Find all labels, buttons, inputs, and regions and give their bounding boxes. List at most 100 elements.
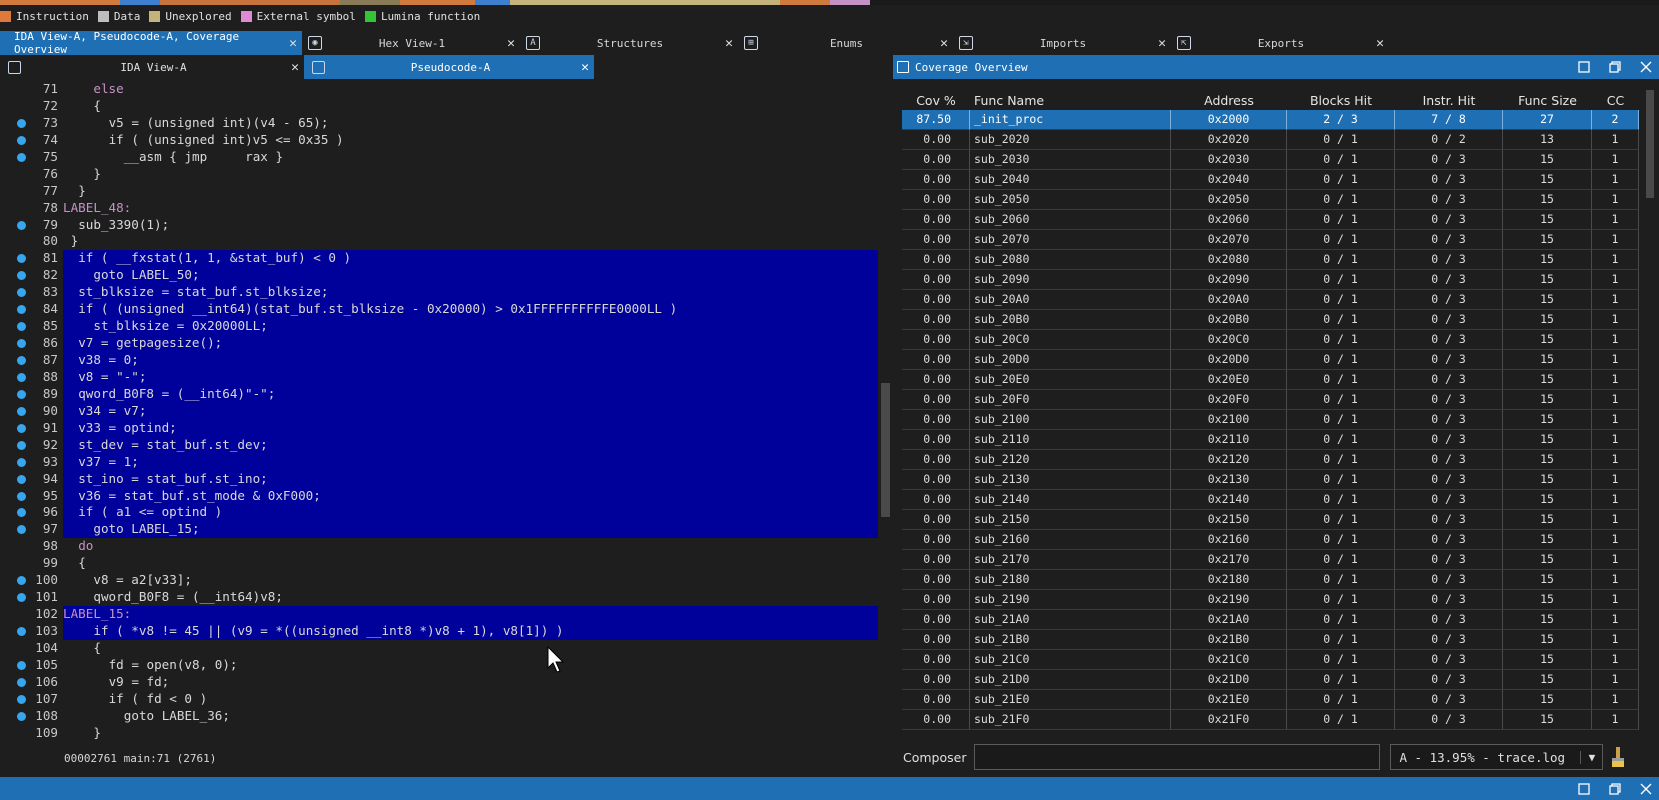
breakpoint-dot-icon[interactable] [17, 406, 26, 416]
table-row[interactable]: 0.00 sub_2150 0x2150 0 / 10 / 3 15 1 [902, 510, 1639, 530]
code-line[interactable]: 95 v36 = stat_buf.st_mode & 0xF000; [0, 487, 878, 505]
table-row[interactable]: 0.00 sub_20D0 0x20D0 0 / 10 / 3 15 1 [902, 350, 1639, 370]
code-line[interactable]: 103 if ( *v8 != 45 || (v9 = *((unsigned _… [0, 623, 878, 640]
breakpoint-dot-icon[interactable] [17, 254, 26, 264]
breakpoint-dot-icon[interactable] [17, 305, 26, 315]
breakpoint-dot-icon[interactable] [17, 118, 26, 128]
table-row[interactable]: 0.00 sub_20C0 0x20C0 0 / 10 / 3 15 1 [902, 330, 1639, 350]
code-line[interactable]: 107 if ( fd < 0 ) [0, 691, 878, 708]
table-row[interactable]: 0.00 sub_2100 0x2100 0 / 10 / 3 15 1 [902, 410, 1639, 430]
table-row[interactable]: 0.00 sub_2070 0x2070 0 / 10 / 3 15 1 [902, 230, 1639, 250]
table-row[interactable]: 0.00 sub_2040 0x2040 0 / 10 / 3 15 1 [902, 170, 1639, 190]
code-line[interactable]: 79 sub_3390(1); [0, 217, 878, 234]
table-row[interactable]: 0.00 sub_2160 0x2160 0 / 10 / 3 15 1 [902, 530, 1639, 550]
breakpoint-dot-icon[interactable] [17, 135, 26, 145]
table-row[interactable]: 0.00 sub_20F0 0x20F0 0 / 10 / 3 15 1 [902, 390, 1639, 410]
close-icon[interactable]: ✕ [935, 36, 953, 51]
column-header[interactable]: Blocks Hit [1287, 93, 1395, 108]
code-line[interactable]: 91 v33 = optind; [0, 419, 878, 437]
code-line[interactable]: 84 if ( (unsigned __int64)(stat_buf.st_bl… [0, 301, 878, 319]
table-row[interactable]: 0.00 sub_2120 0x2120 0 / 10 / 3 15 1 [902, 450, 1639, 470]
code-line[interactable]: 72 { [0, 98, 878, 115]
code-line[interactable]: 90 v34 = v7; [0, 402, 878, 420]
table-row[interactable]: 0.00 sub_2180 0x2180 0 / 10 / 3 15 1 [902, 570, 1639, 590]
code-line[interactable]: 94 st_ino = stat_buf.st_ino; [0, 470, 878, 488]
code-line[interactable]: 78 LABEL_48: [0, 200, 878, 217]
breakpoint-dot-icon[interactable] [17, 711, 26, 721]
column-header[interactable]: Func Size [1503, 93, 1592, 108]
code-line[interactable]: 108 goto LABEL_36; [0, 708, 878, 725]
code-line[interactable]: 87 v38 = 0; [0, 352, 878, 369]
breakpoint-dot-icon[interactable] [17, 576, 26, 586]
maximize-icon[interactable] [1577, 60, 1591, 74]
code-line[interactable]: 92 st_dev = stat_buf.st_dev; [0, 436, 878, 454]
code-line[interactable]: 105 fd = open(v8, 0); [0, 657, 878, 674]
restore-icon[interactable] [1608, 782, 1622, 796]
code-line[interactable]: 86 v7 = getpagesize(); [0, 335, 878, 352]
code-line[interactable]: 85 st_blksize = 0x20000LL; [0, 318, 878, 336]
breakpoint-dot-icon[interactable] [17, 339, 26, 349]
code-line[interactable]: 101 qword_B0F8 = (__int64)v8; [0, 589, 878, 606]
code-line[interactable]: 80} [0, 233, 878, 250]
code-line[interactable]: 100 v8 = a2[v33]; [0, 572, 878, 589]
coverage-scrollbar[interactable] [1645, 90, 1655, 780]
tab-enums[interactable]: ⊞ Enums ✕ [738, 31, 953, 55]
table-row[interactable]: 0.00 sub_20E0 0x20E0 0 / 10 / 3 15 1 [902, 370, 1639, 390]
composer-input[interactable] [974, 744, 1381, 770]
table-row[interactable]: 0.00 sub_2130 0x2130 0 / 10 / 3 15 1 [902, 470, 1639, 490]
code-scrollbar-thumb[interactable] [881, 383, 890, 517]
table-row[interactable]: 0.00 sub_21E0 0x21E0 0 / 10 / 3 15 1 [902, 690, 1639, 710]
tab-structures[interactable]: A Structures ✕ [520, 31, 738, 55]
close-icon[interactable]: ✕ [502, 36, 520, 51]
code-line[interactable]: 77} [0, 183, 878, 200]
breakpoint-dot-icon[interactable] [17, 627, 26, 636]
coverage-scrollbar-thumb[interactable] [1646, 90, 1654, 198]
code-scrollbar[interactable] [880, 81, 891, 746]
code-line[interactable]: 99 { [0, 555, 878, 572]
code-line[interactable]: 75 __asm { jmp rax } [0, 149, 878, 166]
tab-imports[interactable]: ⇲ Imports ✕ [953, 31, 1171, 55]
code-line[interactable]: 83 st_blksize = stat_buf.st_blksize; [0, 284, 878, 302]
table-row[interactable]: 0.00 sub_2170 0x2170 0 / 10 / 3 15 1 [902, 550, 1639, 570]
subtab-pseudocode-a[interactable]: Pseudocode-A ✕ [304, 55, 594, 79]
close-icon[interactable] [1639, 782, 1653, 796]
column-header[interactable]: Func Name [970, 93, 1171, 108]
code-line[interactable]: 98 do [0, 538, 878, 555]
breakpoint-dot-icon[interactable] [17, 525, 26, 535]
table-row[interactable]: 0.00 sub_20A0 0x20A0 0 / 10 / 3 15 1 [902, 290, 1639, 310]
column-header[interactable]: CC [1592, 93, 1639, 108]
table-row[interactable]: 0.00 sub_2140 0x2140 0 / 10 / 3 15 1 [902, 490, 1639, 510]
breakpoint-dot-icon[interactable] [17, 389, 26, 399]
code-line[interactable]: 93 v37 = 1; [0, 453, 878, 471]
table-row[interactable]: 0.00 sub_2050 0x2050 0 / 10 / 3 15 1 [902, 190, 1639, 210]
table-row[interactable]: 0.00 sub_20B0 0x20B0 0 / 10 / 3 15 1 [902, 310, 1639, 330]
code-line[interactable]: 73 v5 = (unsigned int)(v4 - 65); [0, 115, 878, 132]
close-icon[interactable] [1639, 60, 1653, 74]
code-line[interactable]: 97 goto LABEL_15; [0, 521, 878, 539]
tab-ida-view-a-pseudocode-a-coverage-overview[interactable]: IDA View-A, Pseudocode-A, Coverage Overv… [0, 30, 302, 56]
close-icon[interactable]: ✕ [1371, 36, 1389, 51]
restore-icon[interactable] [1608, 60, 1622, 74]
pseudocode-view[interactable]: 71 else 72 {73 v5 = (unsigned int)(v4 - 65);… [0, 81, 878, 746]
code-line[interactable]: 104 { [0, 640, 878, 657]
code-line[interactable]: 89 qword_B0F8 = (__int64)"-"; [0, 385, 878, 403]
breakpoint-dot-icon[interactable] [17, 152, 26, 162]
breakpoint-dot-icon[interactable] [17, 593, 26, 603]
code-line[interactable]: 71 else [0, 81, 878, 98]
breakpoint-dot-icon[interactable] [17, 322, 26, 332]
column-header[interactable]: Cov % [902, 93, 970, 108]
breakpoint-dot-icon[interactable] [17, 660, 26, 670]
table-row[interactable]: 0.00 sub_21C0 0x21C0 0 / 10 / 3 15 1 [902, 650, 1639, 670]
tab-hex-view-1[interactable]: ◉ Hex View-1 ✕ [302, 31, 520, 55]
breakpoint-dot-icon[interactable] [17, 491, 26, 501]
code-line[interactable]: 96 if ( a1 <= optind ) [0, 504, 878, 522]
breakpoint-dot-icon[interactable] [17, 457, 26, 467]
code-line[interactable]: 102 LABEL_15: [0, 606, 878, 623]
table-row[interactable]: 0.00 sub_2030 0x2030 0 / 10 / 3 15 1 [902, 150, 1639, 170]
breakpoint-dot-icon[interactable] [17, 474, 26, 484]
close-icon[interactable]: ✕ [576, 60, 594, 75]
paint-brush-icon[interactable] [1609, 746, 1627, 768]
code-line[interactable]: 81 if ( __fxstat(1, 1, &stat_buf) < 0 ) [0, 250, 878, 268]
table-row[interactable]: 0.00 sub_2080 0x2080 0 / 10 / 3 15 1 [902, 250, 1639, 270]
breakpoint-dot-icon[interactable] [17, 372, 26, 382]
